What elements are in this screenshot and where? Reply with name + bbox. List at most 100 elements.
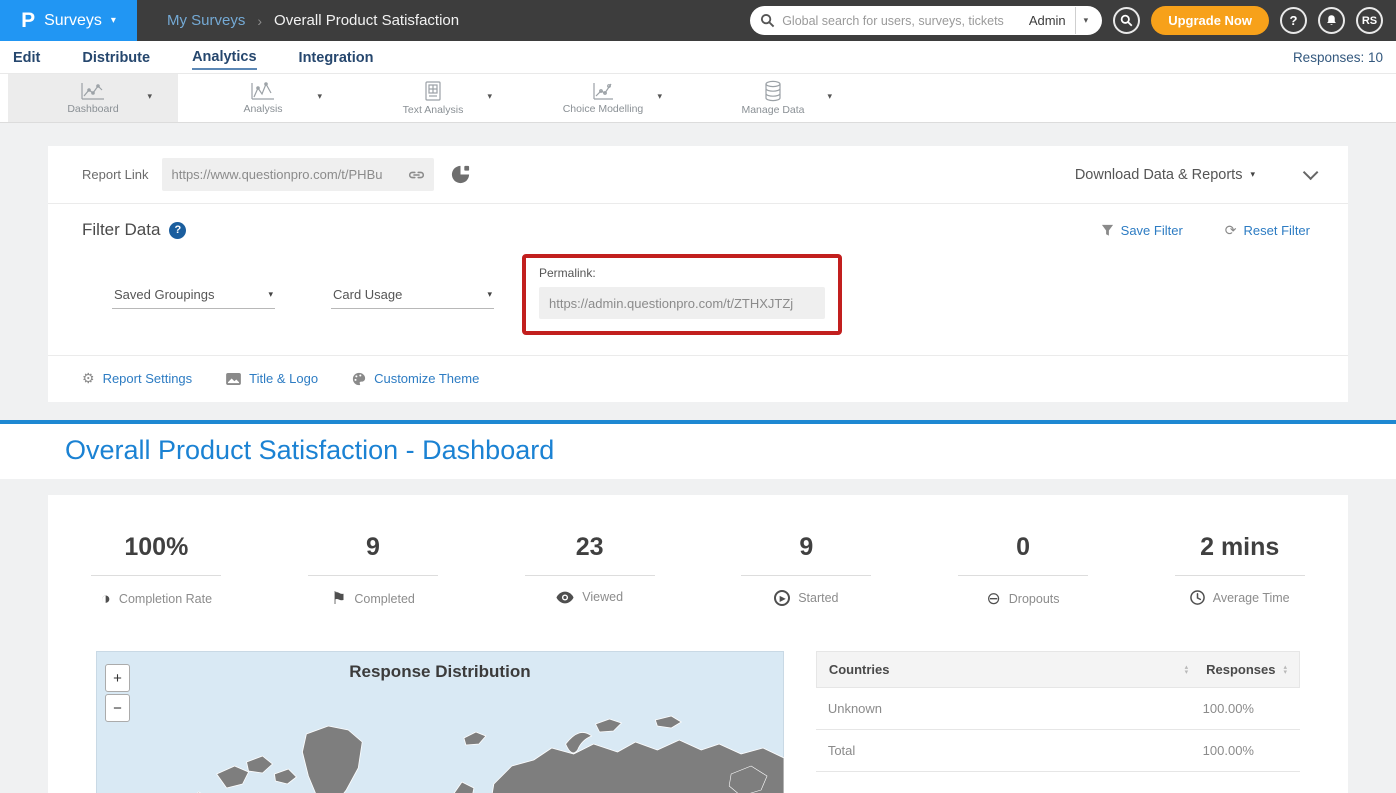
stat-completed: 9 ⚑ Completed <box>265 533 482 607</box>
text-document-icon <box>423 80 443 102</box>
breadcrumb: My Surveys › Overall Product Satisfactio… <box>167 0 459 41</box>
toolbar-dashboard[interactable]: Dashboard ▾ <box>8 74 178 122</box>
breadcrumb-my-surveys[interactable]: My Surveys <box>167 12 245 29</box>
download-label: Download Data & Reports <box>1075 167 1243 183</box>
world-map[interactable] <box>97 704 784 793</box>
countries-column-header[interactable]: Countries <box>829 662 1185 677</box>
map-zoom-in-button[interactable]: + <box>105 664 130 692</box>
responses-column-header[interactable]: Responses <box>1206 662 1275 677</box>
funnel-icon <box>1101 224 1114 237</box>
database-icon <box>763 80 783 102</box>
stat-average-time: 2 mins Average Time <box>1131 533 1348 607</box>
toolbar-item-label: Analysis <box>243 103 282 115</box>
search-scope-caret-icon[interactable]: ▾ <box>1076 15 1097 26</box>
stat-label: Completed <box>354 592 414 606</box>
permalink-input[interactable] <box>549 296 815 311</box>
table-row: Total 100.00% <box>816 730 1300 772</box>
filter-data-title: Filter Data <box>82 220 160 240</box>
table-row: Unknown 100.00% <box>816 688 1300 730</box>
top-bar: P Surveys ▾ My Surveys › Overall Product… <box>0 0 1396 41</box>
toolbar-manage-data[interactable]: Manage Data ▾ <box>688 74 858 122</box>
live-visualization-icon[interactable] <box>450 164 471 185</box>
tab-distribute[interactable]: Distribute <box>82 46 150 69</box>
dashboard-dropdown-caret-icon[interactable]: ▾ <box>147 91 152 102</box>
dashboard-card: 100% ◑ Completion Rate 9 ⚑ Completed 23 … <box>48 495 1348 793</box>
permalink-annotation-highlight: Permalink: <box>522 254 842 335</box>
manage-data-dropdown-caret-icon[interactable]: ▾ <box>827 91 832 102</box>
toolbar-item-label: Manage Data <box>741 104 804 116</box>
stat-started: 9 ▶ Started <box>698 533 915 607</box>
breadcrumb-current: Overall Product Satisfaction <box>274 12 459 29</box>
stat-label: Viewed <box>582 590 623 604</box>
toolbar-text-analysis[interactable]: Text Analysis ▾ <box>348 74 518 122</box>
text-analysis-dropdown-caret-icon[interactable]: ▾ <box>487 91 492 102</box>
response-distribution-map[interactable]: Response Distribution + − <box>96 651 784 793</box>
notifications-button[interactable] <box>1318 7 1345 34</box>
countries-table: Countries ▴▾ Responses ▴▾ Unknown 100.00… <box>816 651 1300 793</box>
stats-row: 100% ◑ Completion Rate 9 ⚑ Completed 23 … <box>48 533 1348 607</box>
image-icon <box>226 373 241 385</box>
global-search-input[interactable] <box>782 14 1020 28</box>
analysis-chart-icon <box>250 81 276 101</box>
report-link-label: Report Link <box>82 167 148 182</box>
tab-analytics[interactable]: Analytics <box>192 45 256 70</box>
report-link-row: Report Link Download Data & Reports ▾ <box>48 146 1348 204</box>
report-card-footer: ⚙ Report Settings Title & Logo Customize… <box>48 356 1348 402</box>
title-band: Overall Product Satisfaction - Dashboard <box>0 424 1396 479</box>
flag-icon: ⚑ <box>331 590 346 607</box>
report-link-field[interactable] <box>162 158 434 191</box>
report-settings-link[interactable]: ⚙ Report Settings <box>82 370 192 387</box>
filter-help-icon[interactable]: ? <box>169 222 186 239</box>
palette-icon <box>352 372 366 386</box>
tab-edit[interactable]: Edit <box>13 46 40 69</box>
filter-actions: Save Filter ⟳ Reset Filter <box>1101 222 1310 239</box>
toolbar-choice-modelling[interactable]: Choice Modelling ▾ <box>518 74 688 122</box>
download-data-reports-menu[interactable]: Download Data & Reports ▾ <box>1075 167 1255 183</box>
user-avatar[interactable]: RS <box>1356 7 1383 34</box>
analysis-dropdown-caret-icon[interactable]: ▾ <box>317 91 322 102</box>
gear-icon: ⚙ <box>82 370 95 387</box>
download-caret-icon: ▾ <box>1250 169 1255 180</box>
choice-modelling-dropdown-caret-icon[interactable]: ▾ <box>657 91 662 102</box>
saved-groupings-select[interactable]: Saved Groupings ▾ <box>112 281 275 309</box>
save-filter-button[interactable]: Save Filter <box>1101 223 1183 238</box>
reset-icon: ⟳ <box>1225 222 1237 239</box>
title-logo-link[interactable]: Title & Logo <box>226 371 318 386</box>
product-switcher[interactable]: P Surveys ▾ <box>0 0 137 41</box>
report-settings-card: Report Link Download Data & Reports ▾ Fi… <box>48 146 1348 402</box>
search-icon <box>760 13 775 28</box>
card-usage-select[interactable]: Card Usage ▾ <box>331 281 494 309</box>
select-caret-icon: ▾ <box>268 289 273 300</box>
stat-dropouts: 0 ⊖ Dropouts <box>915 533 1132 607</box>
chevron-down-icon: ▾ <box>111 15 116 26</box>
stat-label: Dropouts <box>1009 592 1060 606</box>
upgrade-now-button[interactable]: Upgrade Now <box>1151 6 1269 35</box>
filter-controls-row: Saved Groupings ▾ Card Usage ▾ Permalink… <box>82 254 1328 335</box>
minus-circle-icon: ⊖ <box>987 590 1001 607</box>
stat-label: Started <box>798 591 838 605</box>
play-circle-icon: ▶ <box>774 590 790 606</box>
question-mark-icon: ? <box>1290 13 1298 28</box>
sort-responses-icon[interactable]: ▴▾ <box>1283 665 1287 675</box>
search-button[interactable] <box>1113 7 1140 34</box>
tab-integration[interactable]: Integration <box>299 46 374 69</box>
stat-label: Average Time <box>1213 591 1290 605</box>
sort-countries-icon[interactable]: ▴▾ <box>1185 665 1189 675</box>
clock-icon <box>1190 590 1205 605</box>
toolbar-item-label: Choice Modelling <box>563 103 644 115</box>
help-button[interactable]: ? <box>1280 7 1307 34</box>
collapse-panel-chevron-icon[interactable] <box>1303 165 1319 181</box>
stat-completion-rate: 100% ◑ Completion Rate <box>48 533 265 607</box>
toolbar-analysis[interactable]: Analysis ▾ <box>178 74 348 122</box>
toolbar-item-label: Text Analysis <box>403 104 464 116</box>
select-caret-icon: ▾ <box>487 289 492 300</box>
bell-icon <box>1325 14 1338 27</box>
page-title: Overall Product Satisfaction - Dashboard <box>65 435 554 465</box>
permalink-field[interactable] <box>539 287 825 319</box>
reset-filter-button[interactable]: ⟳ Reset Filter <box>1225 222 1310 239</box>
link-icon[interactable] <box>408 169 425 181</box>
global-search[interactable]: Admin ▾ <box>750 6 1102 35</box>
customize-theme-link[interactable]: Customize Theme <box>352 371 479 386</box>
save-filter-label: Save Filter <box>1121 223 1183 238</box>
report-link-input[interactable] <box>171 167 408 182</box>
